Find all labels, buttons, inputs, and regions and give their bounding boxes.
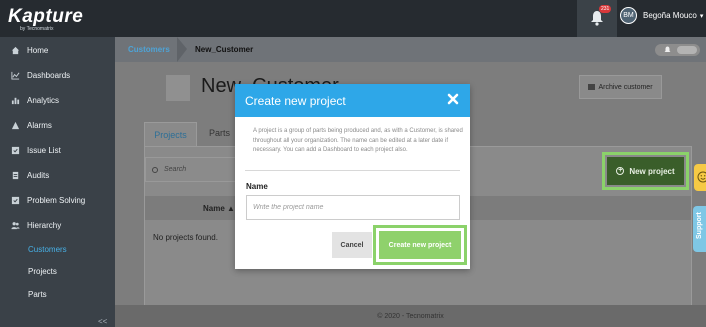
sidebar-item-home[interactable]: Home — [0, 38, 115, 62]
top-bar: Kapture by Tecnomatrix 231 BM Begoña Mou… — [0, 0, 706, 37]
sidebar-item-dashboards[interactable]: Dashboards — [0, 63, 115, 87]
warning-icon — [11, 121, 20, 129]
create-project-button[interactable]: Create new project — [379, 231, 461, 259]
name-label: Name — [246, 182, 268, 191]
cancel-button[interactable]: Cancel — [332, 232, 372, 258]
home-icon — [11, 46, 20, 54]
archive-customer-label: Archive customer — [598, 83, 653, 91]
checkbox-icon — [11, 196, 20, 204]
tab-projects[interactable]: Projects — [144, 122, 197, 146]
sidebar: Home Dashboards Analytics Alarms Issue L… — [0, 37, 115, 327]
sidebar-subitem-projects[interactable]: Projects — [28, 267, 57, 276]
sidebar-item-label: Home — [27, 45, 49, 55]
sidebar-subitem-parts[interactable]: Parts — [28, 290, 47, 299]
footer: © 2020 - Tecnomatrix — [115, 305, 706, 327]
bar-chart-icon — [11, 97, 20, 104]
support-tab[interactable]: Support — [693, 206, 706, 252]
column-header-name[interactable]: Name ▲ — [203, 204, 235, 213]
sidebar-collapse-button[interactable]: << — [98, 317, 107, 326]
sidebar-item-label: Issue List — [27, 145, 61, 155]
plus-circle-icon: + — [616, 167, 625, 175]
support-label: Support — [696, 212, 703, 239]
modal-header: Create new project — [235, 84, 470, 117]
sidebar-item-audits[interactable]: Audits — [0, 163, 115, 187]
sidebar-item-issue-list[interactable]: Issue List — [0, 138, 115, 162]
modal-title: Create new project — [245, 94, 346, 108]
archive-customer-button[interactable]: Archive customer — [579, 75, 662, 99]
sidebar-item-label: Alarms — [27, 120, 52, 130]
breadcrumb: Customers New_Customer — [115, 37, 706, 62]
folder-icon — [588, 84, 596, 90]
breadcrumb-separator — [177, 37, 187, 62]
project-name-input[interactable] — [246, 195, 460, 220]
sidebar-item-problem-solving[interactable]: Problem Solving — [0, 188, 115, 212]
search-placeholder: Search — [164, 166, 187, 173]
feedback-tab[interactable] — [694, 164, 706, 191]
sidebar-subitem-customers[interactable]: Customers — [28, 245, 67, 254]
new-project-button[interactable]: + New project — [607, 157, 684, 185]
chart-icon — [11, 71, 20, 80]
app-logo-subtext: by Tecnomatrix — [20, 26, 54, 32]
breadcrumb-parent[interactable]: Customers — [128, 45, 170, 54]
sidebar-item-label: Audits — [27, 170, 50, 180]
app-logo[interactable]: Kapture — [8, 6, 83, 28]
empty-message: No projects found. — [153, 233, 218, 242]
sidebar-item-label: Problem Solving — [27, 195, 86, 205]
sidebar-item-analytics[interactable]: Analytics — [0, 88, 115, 112]
search-icon — [152, 166, 158, 173]
close-icon[interactable] — [446, 92, 460, 106]
user-menu[interactable]: BM Begoña Mouco ▾ — [620, 7, 703, 24]
breadcrumb-current: New_Customer — [195, 45, 254, 54]
tab-parts[interactable]: Parts — [209, 128, 230, 138]
sidebar-item-hierarchy[interactable]: Hierarchy — [0, 213, 115, 237]
customer-image-placeholder — [166, 75, 190, 101]
avatar: BM — [620, 7, 637, 24]
toggle-knob — [677, 46, 697, 54]
search-input[interactable]: Search — [145, 157, 245, 182]
user-name: Begoña Mouco — [643, 11, 697, 20]
new-project-label: New project — [629, 166, 675, 176]
chevron-down-icon: ▾ — [699, 12, 704, 20]
bell-icon — [664, 46, 671, 52]
create-project-modal: Create new project A project is a group … — [235, 84, 470, 269]
smiley-icon — [697, 171, 706, 183]
sidebar-item-alarms[interactable]: Alarms — [0, 113, 115, 137]
sidebar-item-label: Analytics — [27, 95, 60, 105]
notification-badge: 231 — [599, 5, 612, 13]
modal-description: A project is a group of parts being prod… — [253, 128, 463, 153]
notifications-toggle[interactable] — [655, 44, 700, 56]
checkbox-icon — [11, 146, 20, 154]
divider — [245, 170, 460, 171]
document-icon — [12, 171, 19, 179]
sidebar-item-label: Hierarchy — [27, 220, 62, 230]
sidebar-item-label: Dashboards — [27, 70, 71, 80]
users-icon — [11, 221, 20, 229]
